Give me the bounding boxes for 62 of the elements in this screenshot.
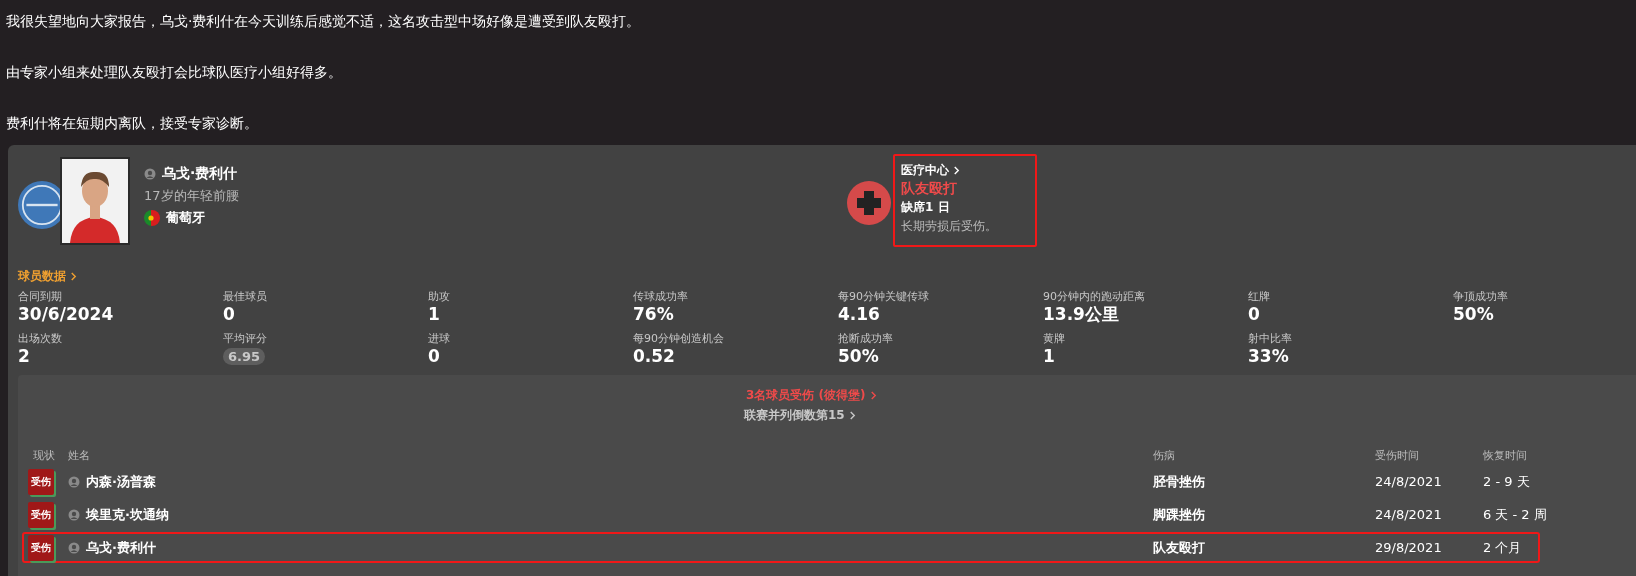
stat-value: 4.16 [838, 304, 881, 325]
stat-label: 每90分钟创造机会 [633, 331, 725, 346]
player-name[interactable]: 内森·汤普森 [86, 472, 156, 491]
stat-label: 出场次数 [18, 331, 63, 346]
rating-badge: 6.95 [223, 348, 266, 365]
stat-value: 33% [1248, 346, 1290, 367]
stat-value: 1 [428, 304, 441, 325]
stat-value: 0 [223, 304, 236, 325]
table-cell-text: 24/8/2021 [1375, 474, 1443, 489]
column-header: 伤病 [1153, 447, 1176, 463]
player-name[interactable]: 埃里克·坎通纳 [86, 505, 169, 524]
column-header: 姓名 [68, 447, 91, 463]
player-stats-link[interactable]: 球员数据 [18, 268, 77, 285]
stat-value: 13.9公里 [1043, 304, 1120, 325]
table-cell-text: 29/8/2021 [1375, 540, 1443, 555]
stat-label: 每90分钟关键传球 [838, 289, 930, 304]
stat-value: 76% [633, 304, 675, 325]
league-rank-link[interactable]: 联赛并列倒数第15 [744, 407, 856, 424]
absence-text: 缺席1 日 [901, 199, 951, 216]
stat-label: 最佳球员 [223, 289, 268, 304]
player-name[interactable]: 乌戈·费利什 [86, 538, 156, 557]
stat-label: 争顶成功率 [1453, 289, 1509, 304]
status-badge: 受伤 [28, 501, 54, 528]
stat-label: 合同到期 [18, 289, 63, 304]
stat-label: 抢断成功率 [838, 331, 894, 346]
injury-name: 队友殴打 [901, 180, 958, 198]
stat-value: 0.52 [633, 346, 676, 367]
stat-value: 2 [18, 346, 31, 367]
stat-label: 射中比率 [1248, 331, 1293, 346]
message-text: 我很失望地向大家报告，乌戈·费利什在今天训练后感觉不适，这名攻击型中场好像是遭受到队友殴打。 [6, 12, 642, 31]
nationality: 葡萄牙 [166, 209, 205, 227]
table-cell-text: 2 - 9 天 [1483, 472, 1531, 491]
stat-value: 50% [838, 346, 880, 367]
table-cell-text: 2 个月 [1483, 538, 1523, 557]
stat-value: 50% [1453, 304, 1495, 325]
table-cell-text: 队友殴打 [1153, 538, 1206, 557]
status-badge: 受伤 [28, 468, 54, 495]
stat-label: 黄牌 [1043, 331, 1066, 346]
stat-label: 传球成功率 [633, 289, 689, 304]
table-cell-text: 胫骨挫伤 [1153, 472, 1206, 491]
table-cell-text: 24/8/2021 [1375, 507, 1443, 522]
stat-value: 30/6/2024 [18, 304, 115, 325]
column-header: 恢复时间 [1483, 447, 1528, 463]
medical-center-link[interactable]: 医疗中心 [901, 162, 960, 179]
column-header: 现状 [32, 447, 56, 463]
stat-value: 0 [1248, 304, 1261, 325]
stat-label: 进球 [428, 331, 451, 346]
message-text: 由专家小组来处理队友殴打会比球队医疗小组好得多。 [6, 63, 343, 82]
stat-label: 红牌 [1248, 289, 1271, 304]
stat-value: 1 [1043, 346, 1056, 367]
message-text: 费利什将在短期内离队，接受专家诊断。 [6, 114, 259, 133]
player-description: 17岁的年轻前腰 [144, 187, 239, 205]
player-name: 乌戈·费利什 [162, 165, 238, 183]
injury-note: 长期劳损后受伤。 [901, 218, 998, 235]
column-header: 受伤时间 [1375, 447, 1420, 463]
table-cell-text: 6 天 - 2 周 [1483, 505, 1548, 524]
stat-label: 90分钟内的跑动距离 [1043, 289, 1146, 304]
stat-value: 0 [428, 346, 441, 367]
stat-label: 助攻 [428, 289, 451, 304]
table-cell-text: 脚踝挫伤 [1153, 505, 1206, 524]
stat-label: 平均评分 [223, 331, 268, 346]
status-badge: 受伤 [28, 534, 54, 561]
